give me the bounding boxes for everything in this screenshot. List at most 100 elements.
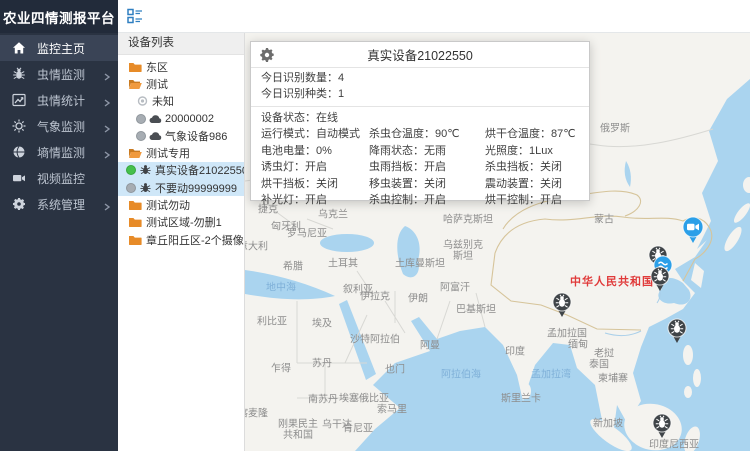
device-info-popup: 真实设备21022550 今日识别数量：4 今日识别种类：1 设备状态：在线 运… <box>250 41 590 201</box>
sidebar-item-label: 虫情监测 <box>37 66 103 83</box>
sidebar-item-label: 气象监测 <box>37 118 103 135</box>
chevron-right-icon <box>103 96 111 104</box>
tree-label: 测试勿动 <box>146 197 190 213</box>
gears-icon[interactable] <box>259 47 277 63</box>
weather-device-icon <box>149 130 162 142</box>
gear-icon <box>12 197 27 212</box>
tree-folder[interactable]: 章丘阳丘区-2个摄像头 <box>118 231 244 248</box>
tree-folder[interactable]: 测试勿动 <box>118 196 244 213</box>
popup-header: 真实设备21022550 <box>251 42 589 68</box>
tree-view-toggle-icon[interactable] <box>127 8 143 24</box>
sidebar-item-weather[interactable]: 气象监测 <box>0 113 118 139</box>
video-icon <box>12 171 27 186</box>
popup-status-line: 设备状态：在线 <box>251 107 589 126</box>
tree-device[interactable]: 真实设备21022550 <box>118 162 244 179</box>
tree-label: 测试专用 <box>146 145 190 161</box>
device-panel-header: 设备列表 <box>118 33 244 55</box>
tree-folder[interactable]: 测试区域-勿删1 <box>118 214 244 231</box>
popup-field: 杀虫仓温度：90℃ <box>369 126 485 143</box>
sidebar-item-label: 监控主页 <box>37 40 111 57</box>
map-marker-insect[interactable] <box>649 408 675 442</box>
folder-open-icon <box>128 147 142 159</box>
popup-field: 降雨状态：无雨 <box>369 143 485 160</box>
device-panel: 设备列表 东区测试未知 20000002 气象设备986测试专用真实设备210225… <box>118 33 245 451</box>
popup-field: 补光灯：开启 <box>261 192 369 209</box>
sidebar-item-insect-stats[interactable]: 虫情统计 <box>0 87 118 113</box>
tree-label: 不要动99999999 <box>155 180 237 196</box>
tree-label: 真实设备21022550 <box>155 162 244 178</box>
tree-folder[interactable]: 测试专用 <box>118 144 244 161</box>
insect-icon <box>12 67 27 82</box>
sidebar-item-insect-monitor[interactable]: 虫情监测 <box>0 61 118 87</box>
popup-field: 运行模式：自动模式 <box>261 126 369 143</box>
chevron-right-icon <box>103 200 111 208</box>
folder-icon <box>128 216 142 228</box>
tree-device[interactable]: 气象设备986 <box>118 127 244 144</box>
insect-device-icon <box>139 182 152 194</box>
tree-label: 气象设备986 <box>165 128 227 144</box>
app-title: 农业四情测报平台 <box>0 0 118 33</box>
tree-label: 未知 <box>152 93 174 109</box>
sidebar-item-home[interactable]: 监控主页 <box>0 35 118 61</box>
popup-field: 电池电量：0% <box>261 143 369 160</box>
sidebar-item-video[interactable]: 视频监控 <box>0 165 118 191</box>
sidebar-item-label: 系统管理 <box>37 196 103 213</box>
sidebar-menu: 监控主页虫情监测虫情统计气象监测墒情监测视频监控系统管理 <box>0 33 118 451</box>
popup-field: 杀虫控制：开启 <box>369 192 485 209</box>
chart-icon <box>12 93 27 108</box>
tree-folder[interactable]: 测试 <box>118 75 244 92</box>
sidebar-item-label: 墒情监测 <box>37 144 103 161</box>
sidebar-item-label: 视频监控 <box>37 170 111 187</box>
sidebar-item-soil[interactable]: 墒情监测 <box>0 139 118 165</box>
popup-summary-line: 今日识别数量：4 <box>261 71 579 87</box>
tree-folder[interactable]: 东区 <box>118 58 244 75</box>
topbar <box>118 0 750 33</box>
map-marker-insect[interactable] <box>664 313 690 347</box>
tree-device[interactable]: 20000002 <box>118 110 244 127</box>
folder-icon <box>128 199 142 211</box>
map-marker-insect[interactable] <box>549 287 575 321</box>
chevron-right-icon <box>103 122 111 130</box>
sidebar-item-label: 虫情统计 <box>37 92 103 109</box>
folder-open-icon <box>128 78 142 90</box>
popup-field: 虫雨挡板：开启 <box>369 159 485 176</box>
status-dot-offline <box>126 183 136 193</box>
popup-title: 真实设备21022550 <box>277 45 563 64</box>
tree-label: 20000002 <box>165 113 214 125</box>
map-marker-insect[interactable] <box>647 261 673 295</box>
unknown-device-icon <box>136 95 149 107</box>
chevron-right-icon <box>103 70 111 78</box>
tree-label: 东区 <box>146 59 168 75</box>
tree-device[interactable]: 未知 <box>118 93 244 110</box>
insect-device-icon <box>139 164 152 176</box>
popup-field: 光照度：1Lux <box>485 143 579 160</box>
sidebar-item-system[interactable]: 系统管理 <box>0 191 118 217</box>
globe-icon <box>12 145 27 160</box>
tree-device[interactable]: 不要动99999999 <box>118 179 244 196</box>
app-window: 农业四情测报平台 监控主页虫情监测虫情统计气象监测墒情监测视频监控系统管理 设备… <box>0 0 750 451</box>
home-icon <box>12 41 27 56</box>
tree-label: 测试区域-勿删1 <box>146 214 222 230</box>
map-canvas[interactable]: 俄罗斯蒙古哈萨克斯坦乌克兰捷克匈牙利罗马尼亚意大利希腊土耳其土库曼斯坦乌兹别克斯… <box>245 33 750 451</box>
popup-field: 震动装置：关闭 <box>485 176 579 193</box>
status-dot-online <box>126 165 136 175</box>
folder-icon <box>128 234 142 246</box>
popup-field: 烘干仓温度：87℃ <box>485 126 579 143</box>
tree-label: 章丘阳丘区-2个摄像头 <box>146 232 244 248</box>
popup-summary: 今日识别数量：4 今日识别种类：1 <box>251 68 589 107</box>
weather-icon <box>12 119 27 134</box>
popup-field: 杀虫挡板：关闭 <box>485 159 579 176</box>
popup-field: 诱虫灯：开启 <box>261 159 369 176</box>
popup-field: 烘干挡板：关闭 <box>261 176 369 193</box>
map-marker-camera[interactable] <box>680 212 706 246</box>
chevron-right-icon <box>103 148 111 156</box>
popup-summary-line: 今日识别种类：1 <box>261 87 579 103</box>
tree-label: 测试 <box>146 76 168 92</box>
weather-device-icon <box>149 113 162 125</box>
device-tree: 东区测试未知 20000002 气象设备986测试专用真实设备21022550 不要动… <box>118 55 244 248</box>
status-dot-offline <box>136 114 146 124</box>
folder-icon <box>128 61 142 73</box>
popup-detail-grid: 运行模式：自动模式杀虫仓温度：90℃烘干仓温度：87℃ 电池电量：0%降雨状态：无… <box>251 126 589 209</box>
popup-field: 烘干控制：开启 <box>485 192 579 209</box>
status-dot-offline <box>136 131 146 141</box>
